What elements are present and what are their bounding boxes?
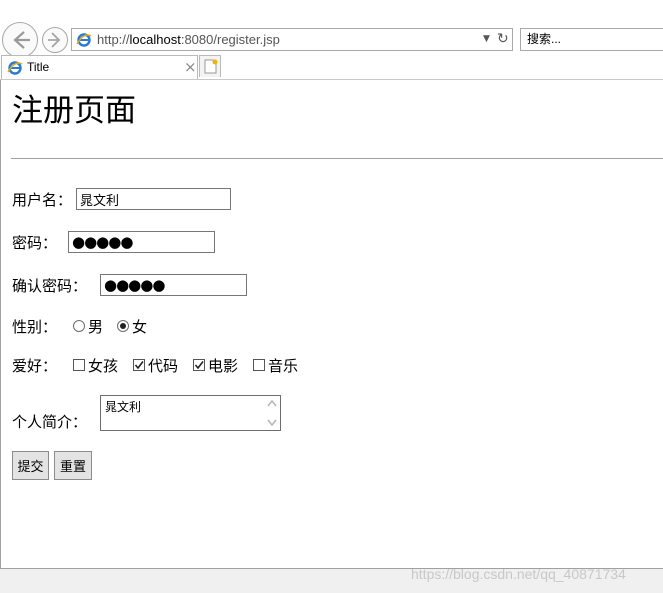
password-input[interactable]: [68, 231, 215, 253]
ie-logo-icon: [76, 33, 92, 47]
tab-title: Title: [27, 60, 50, 74]
new-tab-button[interactable]: [199, 55, 221, 77]
password-label: 密码：: [12, 234, 58, 252]
ie-logo-icon: [7, 61, 23, 75]
hobby-checkbox-code[interactable]: [133, 359, 145, 371]
checkmark-icon: [194, 361, 204, 370]
hobby-option-label: 代码: [148, 357, 179, 375]
username-input[interactable]: [76, 188, 231, 210]
divider: [11, 158, 663, 159]
refresh-icon[interactable]: ↻: [497, 31, 509, 47]
new-tab-icon: [204, 59, 218, 74]
close-tab-icon[interactable]: ×: [184, 58, 197, 76]
page-title: 注册页面: [12, 93, 136, 129]
reset-button[interactable]: 重置: [54, 451, 92, 480]
chevron-down-icon[interactable]: ▼: [483, 34, 490, 44]
confirm-password-label: 确认密码：: [12, 277, 88, 295]
hobby-checkbox-music[interactable]: [253, 359, 265, 371]
watermark: https://blog.csdn.net/qq_40871734: [411, 566, 626, 582]
browser-toolbar: http://localhost:8080/register.jsp ▼ ↻ T…: [0, 0, 663, 80]
url-text: http://localhost:8080/register.jsp: [97, 32, 280, 47]
hobby-label: 爱好：: [12, 357, 58, 375]
back-button[interactable]: [2, 22, 38, 58]
hobby-checkbox-girls[interactable]: [73, 359, 85, 371]
intro-text: 晁文利: [105, 400, 142, 414]
arrow-left-icon: [13, 31, 30, 49]
textarea-scrollbar[interactable]: [264, 396, 280, 430]
forward-button[interactable]: [42, 27, 68, 53]
browser-tab[interactable]: Title ×: [1, 55, 198, 79]
arrow-right-icon: [48, 32, 61, 48]
checkmark-icon: [134, 361, 144, 370]
gender-radio-male[interactable]: [73, 320, 85, 332]
intro-label: 个人简介：: [12, 413, 88, 431]
search-input[interactable]: [527, 32, 657, 46]
username-label: 用户名：: [12, 191, 73, 209]
hobby-checkbox-movies[interactable]: [193, 359, 205, 371]
search-box[interactable]: [520, 28, 663, 51]
hobby-option-label: 电影: [208, 357, 239, 375]
hobby-option-label: 女孩: [88, 357, 119, 375]
gender-label: 性别：: [12, 318, 58, 336]
hobby-option-label: 音乐: [268, 357, 299, 375]
address-bar[interactable]: http://localhost:8080/register.jsp ▼ ↻: [71, 28, 513, 51]
gender-option-label: 女: [132, 318, 148, 336]
confirm-password-input[interactable]: [100, 274, 247, 296]
gender-radio-female[interactable]: [117, 320, 129, 332]
radio-selected-dot: [120, 323, 126, 329]
intro-textarea[interactable]: 晁文利: [100, 395, 281, 431]
submit-button[interactable]: 提交: [12, 451, 49, 480]
gender-option-label: 男: [88, 318, 104, 336]
